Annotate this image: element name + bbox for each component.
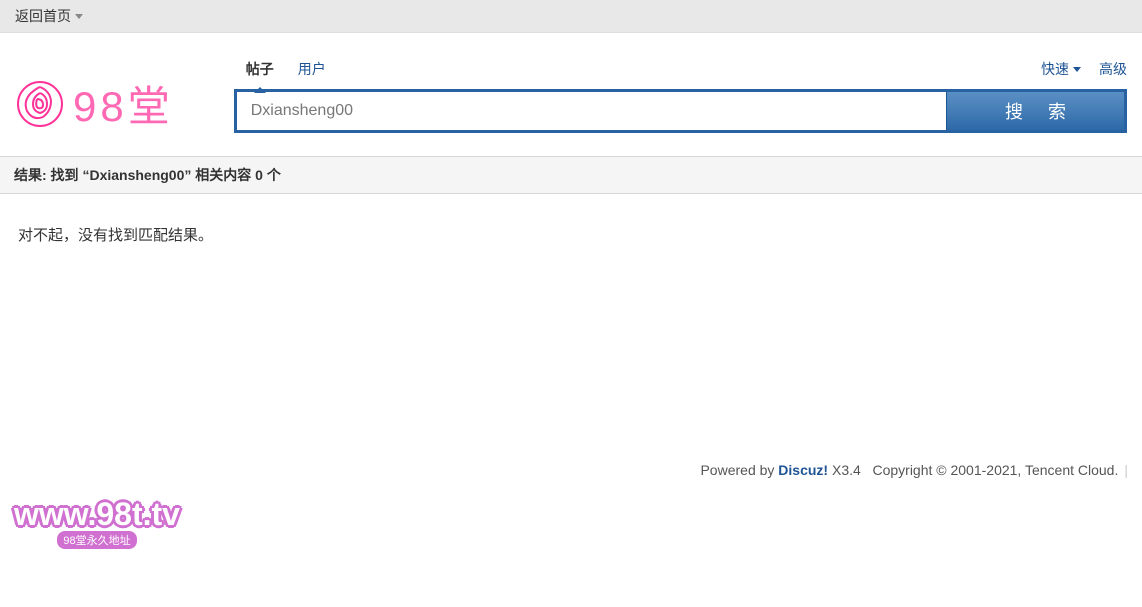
advanced-link-label: 高级 (1099, 59, 1127, 79)
result-suffix: 个 (263, 167, 281, 183)
footer-powered: Powered by (700, 462, 778, 478)
discuz-label: Discuz! (778, 462, 828, 478)
result-body: 对不起，没有找到匹配结果。 (0, 194, 1142, 454)
result-header: 结果: 找到 “Dxiansheng00” 相关内容 0 个 (0, 156, 1142, 194)
footer-copyright: Copyright © 2001-2021, Tencent Cloud. (872, 462, 1118, 478)
tab-users[interactable]: 用户 (286, 53, 338, 85)
empty-message: 对不起，没有找到匹配结果。 (18, 227, 213, 244)
search-button[interactable]: 搜 索 (946, 92, 1124, 130)
fast-link-label: 快速 (1041, 59, 1069, 79)
tab-posts[interactable]: 帖子 (234, 53, 286, 85)
home-link[interactable]: 返回首页 (15, 6, 83, 26)
logo-text: 98堂 (73, 73, 174, 134)
result-query: Dxiansheng00 (89, 167, 184, 183)
home-link-label: 返回首页 (15, 6, 71, 26)
tab-posts-label: 帖子 (246, 61, 274, 77)
footer-version: X3.4 (828, 462, 861, 478)
topbar: 返回首页 (0, 0, 1142, 33)
discuz-link[interactable]: Discuz! (778, 462, 828, 478)
logo[interactable]: 98堂 (15, 73, 174, 134)
search-row: 搜 索 (234, 89, 1127, 133)
header: 98堂 帖子 用户 快速 高级 搜 索 (0, 33, 1142, 144)
search-area: 帖子 用户 快速 高级 搜 索 (234, 53, 1127, 133)
search-button-label: 搜 索 (1005, 102, 1076, 122)
rose-icon (15, 79, 65, 129)
footer-logo[interactable]: www.98t.tv 98堂永久地址 (0, 486, 1142, 559)
result-count: 0 (255, 167, 263, 183)
tab-users-label: 用户 (298, 61, 326, 77)
fast-link[interactable]: 快速 (1041, 59, 1081, 79)
footer-separator: | (1124, 462, 1128, 478)
advanced-link[interactable]: 高级 (1099, 59, 1127, 79)
result-mid: ” 相关内容 (184, 167, 255, 183)
footer: Powered by Discuz! X3.4 Copyright © 2001… (0, 454, 1142, 486)
search-input[interactable] (237, 92, 946, 130)
search-tabs: 帖子 用户 快速 高级 (234, 53, 1127, 85)
footer-url: www.98t.tv (14, 496, 180, 533)
footer-url-sub: 98堂永久地址 (57, 531, 136, 549)
result-prefix: 结果: 找到 “ (14, 167, 89, 183)
